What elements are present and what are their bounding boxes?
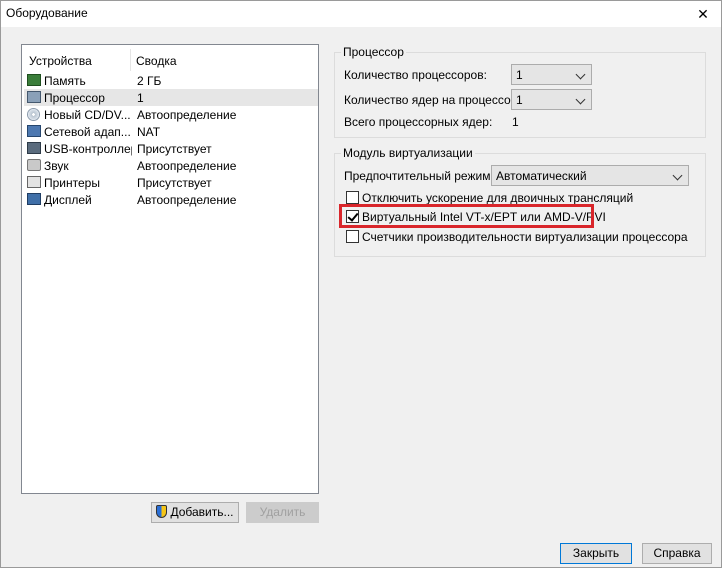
hardware-dialog: Оборудование ✕ Устройства Сводка Память … bbox=[0, 0, 722, 568]
num-processors-select[interactable]: 1 bbox=[511, 64, 592, 85]
device-list-header: Устройства Сводка bbox=[22, 45, 318, 72]
chevron-down-icon bbox=[672, 170, 684, 182]
num-processors-value: 1 bbox=[516, 68, 523, 82]
column-header-devices[interactable]: Устройства bbox=[29, 54, 92, 68]
device-summary: Присутствует bbox=[137, 176, 212, 190]
column-separator[interactable] bbox=[130, 49, 131, 71]
highlight-annotation bbox=[339, 204, 594, 228]
num-processors-label: Количество процессоров: bbox=[344, 68, 487, 82]
cores-per-processor-label: Количество ядер на процессор: bbox=[344, 93, 521, 107]
device-row-processor[interactable]: Процессор 1 bbox=[24, 89, 318, 106]
device-row-usb-controller[interactable]: USB-контроллер Присутствует bbox=[24, 140, 318, 157]
cores-per-processor-select[interactable]: 1 bbox=[511, 89, 592, 110]
printer-icon bbox=[27, 176, 41, 188]
column-header-summary[interactable]: Сводка bbox=[136, 54, 177, 68]
preferred-mode-select[interactable]: Автоматический bbox=[491, 165, 689, 186]
device-row-memory[interactable]: Память 2 ГБ bbox=[24, 72, 318, 89]
preferred-mode-label: Предпочтительный режим: bbox=[344, 169, 494, 183]
add-device-button[interactable]: Добавить... bbox=[151, 502, 239, 523]
device-row-cd-dvd[interactable]: Новый CD/DV... Автоопределение bbox=[24, 106, 318, 123]
preferred-mode-value: Автоматический bbox=[496, 169, 587, 183]
device-summary: Автоопределение bbox=[137, 108, 237, 122]
shield-icon bbox=[156, 505, 168, 518]
virtualize-perf-counters-label[interactable]: Счетчики производительности виртуализаци… bbox=[362, 230, 688, 244]
cd-dvd-icon bbox=[27, 108, 40, 121]
device-row-network-adapter[interactable]: Сетевой адап... NAT bbox=[24, 123, 318, 140]
device-name: USB-контроллер bbox=[44, 142, 132, 156]
device-summary: Автоопределение bbox=[137, 193, 237, 207]
device-name: Дисплей bbox=[44, 193, 92, 207]
device-row-printers[interactable]: Принтеры Присутствует bbox=[24, 174, 318, 191]
sound-icon bbox=[27, 159, 41, 171]
add-device-label: Добавить... bbox=[170, 505, 234, 519]
device-summary: Автоопределение bbox=[137, 159, 237, 173]
window-title: Оборудование bbox=[6, 6, 88, 20]
usb-controller-icon bbox=[27, 142, 41, 154]
processor-group-title: Процессор bbox=[341, 45, 406, 59]
device-row-sound[interactable]: Звук Автоопределение bbox=[24, 157, 318, 174]
total-cores-label: Всего процессорных ядер: bbox=[344, 115, 493, 129]
help-button[interactable]: Справка bbox=[642, 543, 712, 564]
close-window-button[interactable]: ✕ bbox=[685, 1, 721, 27]
device-summary: NAT bbox=[137, 125, 161, 139]
device-name: Память bbox=[44, 74, 86, 88]
network-adapter-icon bbox=[27, 125, 41, 137]
title-bar: Оборудование ✕ bbox=[1, 1, 721, 27]
device-name: Процессор bbox=[44, 91, 105, 105]
chevron-down-icon bbox=[575, 94, 587, 106]
processor-icon bbox=[27, 91, 41, 103]
chevron-down-icon bbox=[575, 69, 587, 81]
display-icon bbox=[27, 193, 41, 205]
virtualization-group-title: Модуль виртуализации bbox=[341, 146, 475, 160]
disable-binary-translation-checkbox[interactable] bbox=[346, 191, 359, 204]
disable-binary-translation-label[interactable]: Отключить ускорение для двоичных трансля… bbox=[362, 191, 633, 205]
device-summary: 1 bbox=[137, 91, 144, 105]
remove-device-button[interactable]: Удалить bbox=[246, 502, 319, 523]
memory-icon bbox=[27, 74, 41, 86]
device-summary: 2 ГБ bbox=[137, 74, 162, 88]
device-list[interactable]: Устройства Сводка Память 2 ГБ Процессор … bbox=[21, 44, 319, 494]
device-name: Принтеры bbox=[44, 176, 100, 190]
device-name: Сетевой адап... bbox=[44, 125, 131, 139]
device-name: Новый CD/DV... bbox=[44, 108, 131, 122]
close-button[interactable]: Закрыть bbox=[560, 543, 632, 564]
device-summary: Присутствует bbox=[137, 142, 212, 156]
device-name: Звук bbox=[44, 159, 69, 173]
total-cores-value: 1 bbox=[512, 115, 519, 129]
device-row-display[interactable]: Дисплей Автоопределение bbox=[24, 191, 318, 208]
virtualize-perf-counters-checkbox[interactable] bbox=[346, 230, 359, 243]
cores-per-processor-value: 1 bbox=[516, 93, 523, 107]
